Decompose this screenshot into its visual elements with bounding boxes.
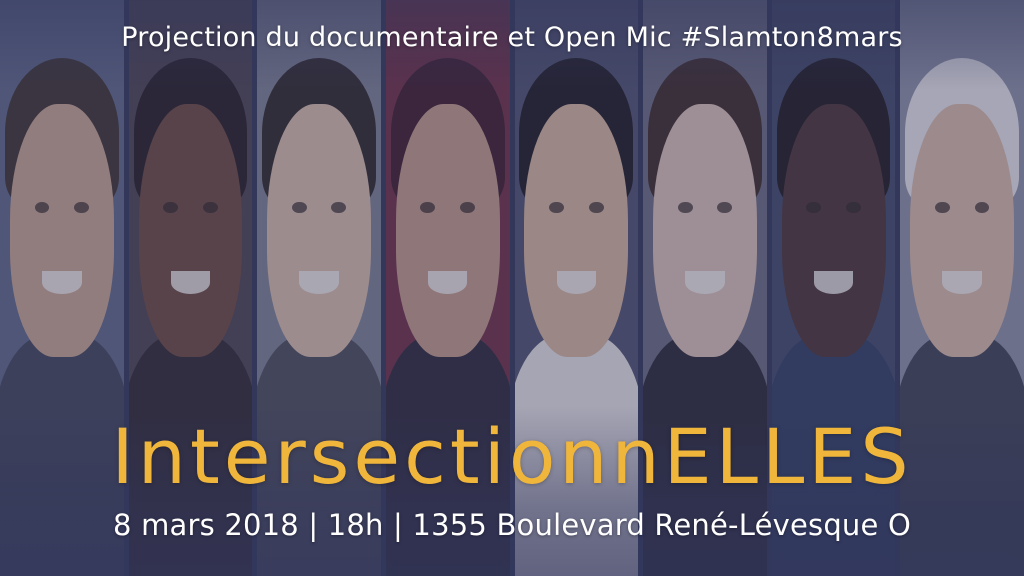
event-poster: Projection du documentaire et Open Mic #… — [0, 0, 1024, 576]
portrait-face — [653, 103, 757, 358]
portrait-smile — [427, 270, 468, 294]
portrait-face — [781, 103, 886, 358]
portrait-eye — [163, 201, 179, 214]
event-title: IntersectionnELLES — [111, 412, 913, 501]
portrait-eye — [588, 201, 604, 214]
portrait-smile — [556, 270, 597, 294]
portrait-smile — [42, 270, 82, 294]
portrait-face — [267, 103, 371, 358]
portrait-eye — [845, 201, 861, 214]
portrait-smile — [170, 270, 211, 294]
portrait-face — [910, 103, 1015, 358]
event-details: 8 mars 2018 | 18h | 1355 Boulevard René-… — [113, 508, 911, 542]
portrait-eye — [934, 201, 950, 214]
portrait-smile — [299, 270, 339, 294]
portrait-face — [138, 103, 243, 358]
event-subtitle: Projection du documentaire et Open Mic #… — [121, 22, 903, 53]
portrait-eye — [74, 201, 90, 214]
portrait-face — [9, 103, 114, 358]
portrait-eye — [291, 201, 307, 214]
portrait-face — [524, 103, 629, 358]
portrait-smile — [813, 270, 854, 294]
portrait-eye — [717, 201, 733, 214]
portrait-eye — [460, 201, 475, 214]
portrait-smile — [942, 270, 982, 294]
portrait-eye — [677, 201, 693, 214]
portrait-smile — [685, 270, 725, 294]
portrait-eye — [549, 201, 564, 214]
portrait-eye — [202, 201, 218, 214]
portrait-face — [395, 103, 500, 358]
